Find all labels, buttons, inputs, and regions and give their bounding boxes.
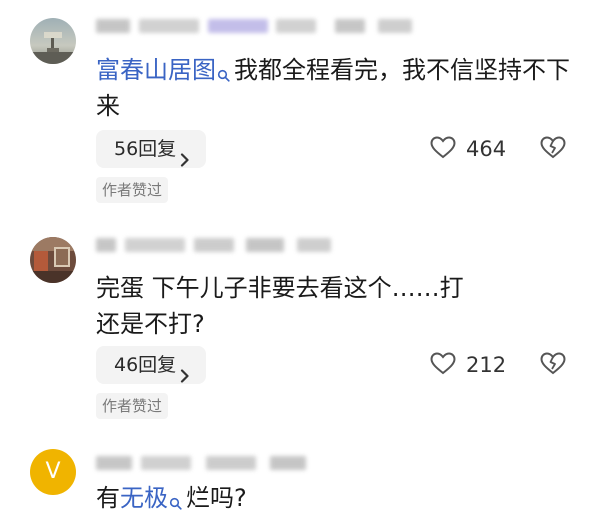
avatar[interactable]: V [30,449,76,495]
comment-meta-blurred [96,453,307,473]
comment-text: 有无极 烂吗? [96,480,576,516]
comment-3: V 有无极 烂吗? [0,0,600,516]
search-link-text[interactable]: 无极 [120,484,168,512]
search-link[interactable]: 无极 [120,484,186,512]
search-icon[interactable] [169,484,182,510]
comment-text-suffix: 烂吗? [186,484,247,512]
comment-text-prefix: 有 [96,484,120,512]
v-letter-avatar: V [45,459,61,484]
